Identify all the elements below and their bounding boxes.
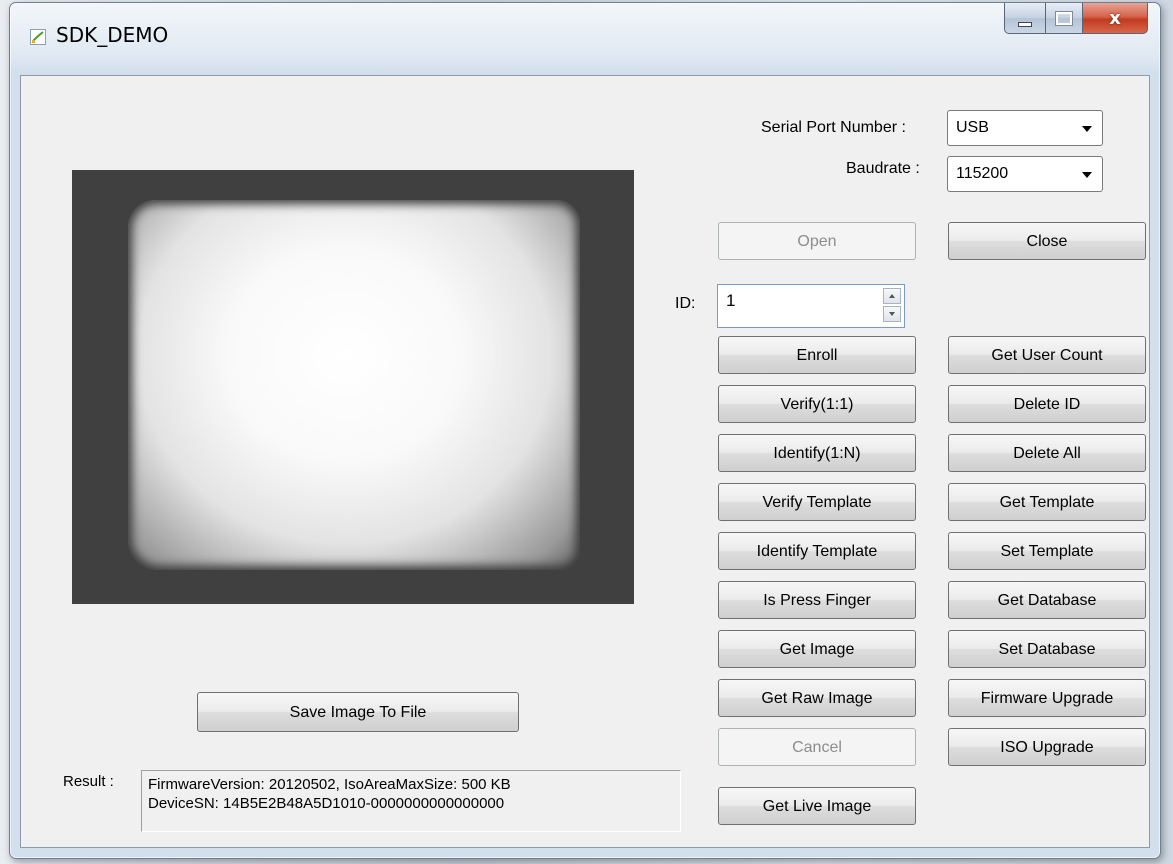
id-stepper[interactable] <box>883 288 901 324</box>
stepper-up-button[interactable] <box>883 288 901 304</box>
maximize-button[interactable] <box>1046 3 1083 34</box>
open-button[interactable]: Open <box>718 222 916 260</box>
app-icon <box>30 29 46 45</box>
result-line-1: FirmwareVersion: 20120502, IsoAreaMaxSiz… <box>148 776 511 793</box>
minimize-button[interactable] <box>1004 3 1046 34</box>
id-label: ID: <box>675 295 696 312</box>
chevron-down-icon <box>1082 126 1092 132</box>
serial-port-select[interactable]: USB <box>947 110 1103 146</box>
cancel-button[interactable]: Cancel <box>718 728 916 766</box>
sdk-demo-window: SDK_DEMO x Serial Port Number : USB Baud… <box>9 2 1161 859</box>
baudrate-label: Baudrate : <box>846 160 920 177</box>
maximize-icon <box>1055 10 1073 26</box>
serial-port-value: USB <box>956 119 989 136</box>
client-area: Serial Port Number : USB Baudrate : 1152… <box>20 75 1150 848</box>
is-press-finger-button[interactable]: Is Press Finger <box>718 581 916 619</box>
get-raw-image-button[interactable]: Get Raw Image <box>718 679 916 717</box>
baudrate-value: 115200 <box>956 165 1009 182</box>
minimize-icon <box>1018 21 1032 27</box>
id-value: 1 <box>726 291 736 310</box>
fingerprint-image <box>128 200 580 570</box>
firmware-upgrade-button[interactable]: Firmware Upgrade <box>948 679 1146 717</box>
fingerprint-image-panel <box>72 170 634 604</box>
close-window-button[interactable]: x <box>1083 3 1148 34</box>
id-input[interactable]: 1 <box>717 284 905 328</box>
title-bar[interactable]: SDK_DEMO x <box>10 3 1160 75</box>
result-line-2: DeviceSN: 14B5E2B48A5D1010-0000000000000… <box>148 795 505 812</box>
iso-upgrade-button[interactable]: ISO Upgrade <box>948 728 1146 766</box>
get-user-count-button[interactable]: Get User Count <box>948 336 1146 374</box>
result-text-box: FirmwareVersion: 20120502, IsoAreaMaxSiz… <box>141 770 681 832</box>
chevron-down-icon <box>1082 172 1092 178</box>
get-template-button[interactable]: Get Template <box>948 483 1146 521</box>
get-image-button[interactable]: Get Image <box>718 630 916 668</box>
chevron-down-icon <box>889 312 895 316</box>
serial-port-label: Serial Port Number : <box>761 119 906 136</box>
get-database-button[interactable]: Get Database <box>948 581 1146 619</box>
enroll-button[interactable]: Enroll <box>718 336 916 374</box>
identify-button[interactable]: Identify(1:N) <box>718 434 916 472</box>
set-database-button[interactable]: Set Database <box>948 630 1146 668</box>
baudrate-select[interactable]: 115200 <box>947 156 1103 192</box>
result-label: Result : <box>63 773 114 790</box>
set-template-button[interactable]: Set Template <box>948 532 1146 570</box>
close-icon: x <box>1109 7 1121 29</box>
caption-buttons: x <box>1004 3 1148 35</box>
close-button[interactable]: Close <box>948 222 1146 260</box>
get-live-image-button[interactable]: Get Live Image <box>718 787 916 825</box>
verify-button[interactable]: Verify(1:1) <box>718 385 916 423</box>
verify-template-button[interactable]: Verify Template <box>718 483 916 521</box>
chevron-up-icon <box>889 294 895 298</box>
stepper-down-button[interactable] <box>883 306 901 322</box>
save-image-button[interactable]: Save Image To File <box>197 692 519 732</box>
delete-all-button[interactable]: Delete All <box>948 434 1146 472</box>
delete-id-button[interactable]: Delete ID <box>948 385 1146 423</box>
window-title: SDK_DEMO <box>56 23 169 47</box>
identify-template-button[interactable]: Identify Template <box>718 532 916 570</box>
